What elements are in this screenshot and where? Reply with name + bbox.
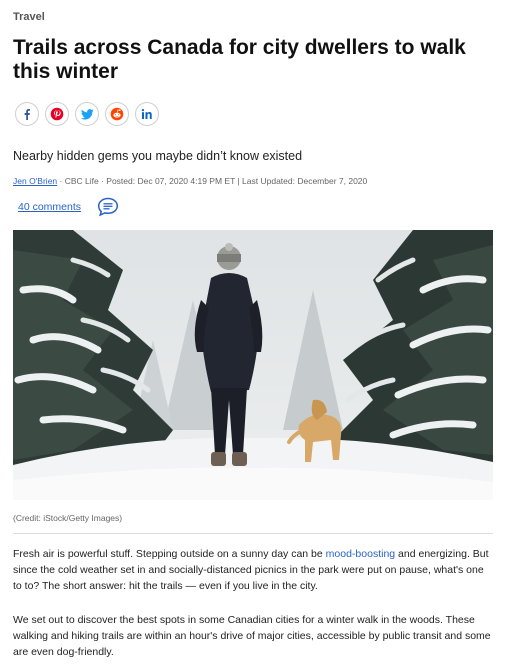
byline-meta: · CBC Life · Posted: Dec 07, 2020 4:19 P…: [57, 176, 368, 186]
share-linkedin-button[interactable]: [135, 102, 159, 126]
share-facebook-button[interactable]: [15, 102, 39, 126]
author-link[interactable]: Jen O'Brien: [13, 176, 57, 186]
article-dek: Nearby hidden gems you maybe didn’t know…: [13, 149, 303, 163]
section-label[interactable]: Travel: [13, 11, 45, 23]
article-page: Travel Trails across Canada for city dwe…: [0, 0, 509, 671]
mood-boosting-link[interactable]: mood-boosting: [326, 548, 395, 560]
share-bar: [15, 102, 159, 126]
byline: Jen O'Brien · CBC Life · Posted: Dec 07,…: [13, 176, 367, 186]
comments-link[interactable]: 40 comments: [13, 201, 86, 213]
body-paragraph: Fresh air is powerful stuff. Stepping ou…: [13, 546, 495, 594]
comments-bar: 40 comments: [13, 196, 120, 218]
hero-photo: [13, 230, 493, 500]
paragraph-text: Fresh air is powerful stuff. Stepping ou…: [13, 548, 326, 560]
body-paragraph: We set out to discover the best spots in…: [13, 614, 491, 658]
facebook-icon: [24, 109, 30, 120]
photo-credit: (Credit: iStock/Getty Images): [13, 513, 123, 523]
share-pinterest-button[interactable]: [45, 102, 69, 126]
linkedin-icon: [141, 108, 152, 119]
winter-trail-photo: [13, 230, 493, 500]
reddit-icon: [110, 107, 124, 121]
comment-bubble-icon[interactable]: [96, 196, 120, 218]
twitter-icon: [80, 108, 94, 120]
article-headline: Trails across Canada for city dwellers t…: [13, 36, 466, 83]
share-reddit-button[interactable]: [105, 102, 129, 126]
divider: [13, 533, 493, 534]
share-twitter-button[interactable]: [75, 102, 99, 126]
pinterest-icon: [50, 107, 64, 121]
